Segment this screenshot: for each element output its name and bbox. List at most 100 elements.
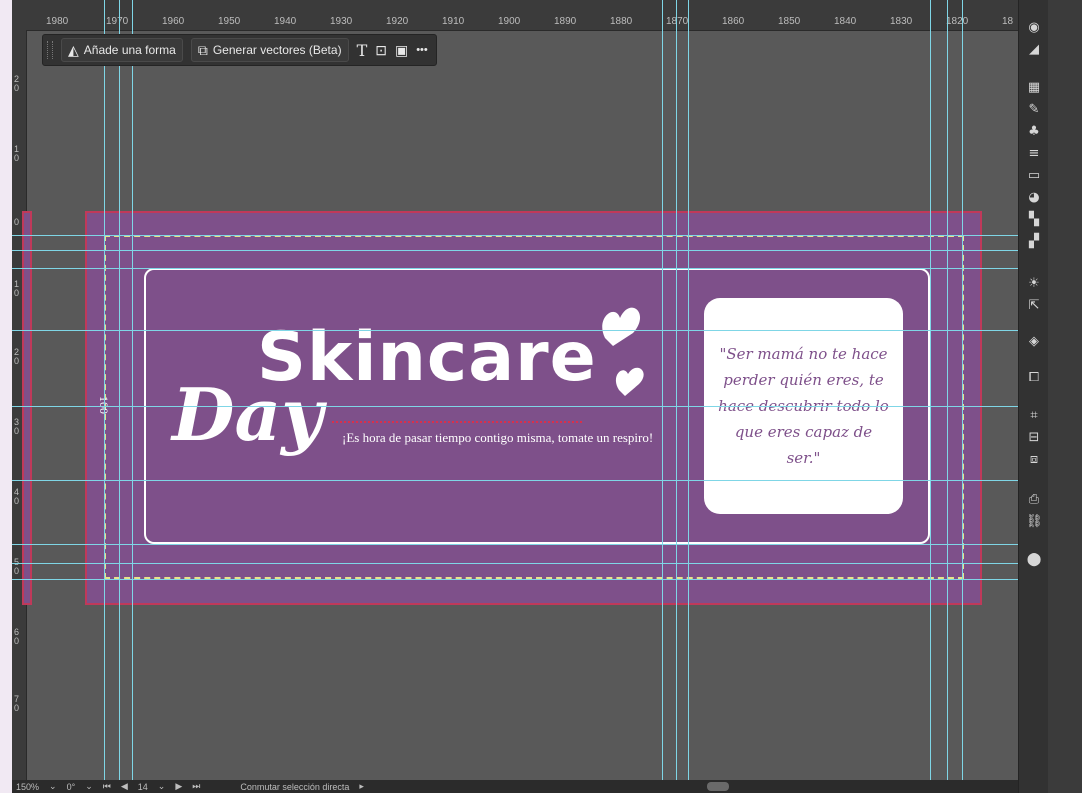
ruler-label: 1860	[722, 16, 745, 27]
export-icon[interactable]: ⇱	[1026, 298, 1042, 314]
ruler-label: 1840	[834, 16, 857, 27]
next-page-icon[interactable]: ▶	[175, 781, 182, 792]
more-options-icon[interactable]: •••	[416, 44, 428, 56]
ruler-label: 1960	[162, 16, 185, 27]
ruler-label: 1870	[666, 16, 689, 27]
shape-icon: ◭	[68, 41, 79, 58]
contextual-task-bar: ◭ Añade una forma ⧉ Generar vectores (Be…	[42, 34, 437, 66]
ruler-label: 1880	[610, 16, 633, 27]
generate-vectors-button[interactable]: ⧉ Generar vectores (Beta)	[190, 38, 349, 62]
page-number[interactable]: 14	[138, 782, 148, 792]
panel-dock: ◉ ◢ ▦ ✎ ♣ ≡ ▭ ◕ ▚ ▞ ☀ ⇱ ◈ ⧠ ⌗ ⊟ ⧈ ⎙ ⛓ ⬤	[1018, 0, 1049, 793]
ruler-label: 6 0	[14, 627, 20, 646]
image-tool-icon[interactable]: ▣	[395, 42, 408, 59]
ruler-label: 1950	[218, 16, 241, 27]
status-bar: 150% ⌄ 0° ⌄ ⏮ ◀ 14 ⌄ ▶ ⏭ Conmutar selecc…	[12, 780, 1042, 793]
prev-page-icon[interactable]: ◀	[121, 781, 128, 792]
artboard-tool-icon[interactable]: ⊡	[375, 42, 387, 59]
appearance-icon[interactable]: ▚	[1026, 212, 1042, 228]
last-page-icon[interactable]: ⏭	[192, 781, 200, 792]
layers-icon[interactable]: ◈	[1026, 334, 1042, 350]
ruler-label: 5 0	[14, 557, 20, 576]
guide-horizontal[interactable]	[12, 563, 1042, 564]
horizontal-scroll-thumb[interactable]	[707, 782, 729, 791]
hearts-icon	[602, 307, 644, 396]
spellcheck-underline	[332, 418, 582, 423]
graphic-styles-icon[interactable]: ▞	[1026, 234, 1042, 250]
guide-vertical[interactable]	[962, 0, 963, 793]
color-wheel-icon[interactable]: ◉	[1026, 20, 1042, 36]
ruler-label: 1820	[946, 16, 969, 27]
ruler-label: 1 0	[14, 144, 20, 163]
title-day[interactable]: Day	[172, 372, 323, 457]
add-shape-label: Añade una forma	[83, 43, 176, 57]
transparency-icon[interactable]: ◕	[1026, 190, 1042, 206]
ruler-label: 1 0	[14, 279, 20, 298]
ruler-label: 1910	[442, 16, 465, 27]
chevron-down-icon[interactable]: ⌄	[49, 781, 57, 792]
rotation-angle[interactable]: 0°	[67, 782, 76, 792]
first-page-icon[interactable]: ⏮	[103, 781, 111, 792]
stroke-icon[interactable]: ≡	[1026, 146, 1042, 162]
guide-vertical[interactable]	[947, 0, 948, 793]
top-ruler[interactable]: 1980 1970 1960 1950 1940 1930 1920 1910 …	[12, 0, 1042, 31]
transform-icon[interactable]: ⌗	[1026, 408, 1042, 424]
pathfinder-icon[interactable]: ⧈	[1026, 452, 1042, 468]
ruler-label: 1930	[330, 16, 353, 27]
add-shape-button[interactable]: ◭ Añade una forma	[61, 38, 183, 62]
canvas-area[interactable]: 1980 1970 1960 1950 1940 1930 1920 1910 …	[12, 0, 1042, 793]
subtitle-text[interactable]: ¡Es hora de pasar tiempo contigo misma, …	[342, 430, 653, 446]
ruler-label: 1890	[554, 16, 577, 27]
guide-vertical[interactable]	[930, 0, 931, 793]
type-tool-icon[interactable]: T	[357, 41, 368, 60]
guide-horizontal[interactable]	[12, 579, 1042, 580]
ruler-label: 0	[14, 217, 20, 227]
ruler-label: 3 0	[14, 417, 20, 436]
swatches-icon[interactable]: ▦	[1026, 80, 1042, 96]
brushes-icon[interactable]: ✎	[1026, 102, 1042, 118]
collapsed-panel-strip[interactable]	[1048, 0, 1082, 793]
ruler-label: 1970	[106, 16, 129, 27]
chevron-down-icon[interactable]: ⌄	[158, 781, 166, 792]
generate-vector-icon: ⧉	[197, 41, 208, 58]
guide-horizontal[interactable]	[12, 406, 1042, 407]
guide-vertical[interactable]	[688, 0, 689, 793]
document-info-icon[interactable]: ⎙	[1026, 492, 1042, 508]
guide-vertical[interactable]	[132, 0, 133, 793]
symbols-icon[interactable]: ♣	[1026, 124, 1042, 140]
ruler-label: 4 0	[14, 487, 20, 506]
guide-horizontal[interactable]	[12, 235, 1042, 236]
sun-icon[interactable]: ☀	[1026, 276, 1042, 292]
ruler-label: 2 0	[14, 347, 20, 366]
play-icon[interactable]: ▸	[359, 781, 364, 792]
gradient-icon[interactable]: ◢	[1026, 42, 1042, 58]
asset-export-icon[interactable]: ⬤	[1026, 552, 1042, 568]
ruler-label: 1940	[274, 16, 297, 27]
gradient-panel-icon[interactable]: ▭	[1026, 168, 1042, 184]
guide-horizontal[interactable]	[12, 250, 1042, 251]
guide-vertical[interactable]	[676, 0, 677, 793]
artboards-icon[interactable]: ⧠	[1026, 370, 1042, 386]
ruler-label: 2 0	[14, 74, 20, 93]
guide-horizontal[interactable]	[12, 544, 1042, 545]
guide-horizontal[interactable]	[12, 268, 1042, 269]
guide-vertical[interactable]	[662, 0, 663, 793]
ruler-label: 1900	[498, 16, 521, 27]
chevron-down-icon[interactable]: ⌄	[85, 781, 93, 792]
guide-horizontal[interactable]	[12, 480, 1042, 481]
generate-vectors-label: Generar vectores (Beta)	[212, 43, 342, 57]
ruler-label: 1920	[386, 16, 409, 27]
ruler-label: 1850	[778, 16, 801, 27]
guide-vertical[interactable]	[119, 0, 120, 793]
status-mode[interactable]: Conmutar selección directa	[240, 782, 349, 792]
ruler-label: 18	[1002, 16, 1014, 27]
ruler-label: 1830	[890, 16, 913, 27]
toolbar-grip[interactable]	[47, 41, 53, 59]
zoom-level[interactable]: 150%	[16, 782, 39, 792]
ruler-label: 1980	[46, 16, 69, 27]
ruler-label: 7 0	[14, 694, 20, 713]
links-icon[interactable]: ⛓	[1026, 514, 1043, 530]
guide-vertical[interactable]	[104, 0, 105, 793]
align-icon[interactable]: ⊟	[1026, 430, 1042, 446]
guide-horizontal[interactable]	[12, 330, 1042, 331]
